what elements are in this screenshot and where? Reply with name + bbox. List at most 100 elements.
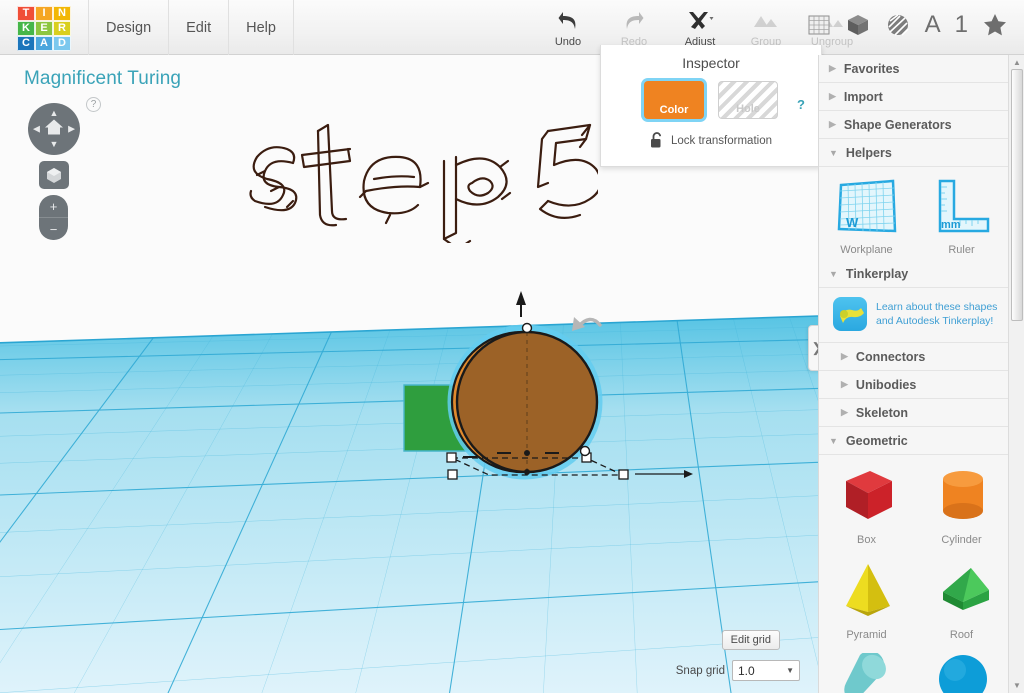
shape-pyramid[interactable]: Pyramid bbox=[819, 558, 914, 641]
logo-tile-a: A bbox=[35, 36, 53, 51]
logo-tile-i: I bbox=[35, 6, 53, 21]
solid-cube-icon[interactable] bbox=[845, 8, 871, 42]
geometric-row-1: Box Cylinder bbox=[819, 455, 1009, 550]
rotate-handle[interactable] bbox=[572, 317, 602, 331]
shape-sphere[interactable] bbox=[914, 653, 1009, 693]
tinkerplay-app-icon bbox=[833, 297, 867, 331]
shape-box[interactable]: Box bbox=[819, 463, 914, 546]
sidebar-scrollbar[interactable]: ▲ ▼ bbox=[1008, 55, 1024, 693]
box-thumb-icon bbox=[845, 471, 892, 519]
scroll-down-arrow[interactable]: ▼ bbox=[1013, 681, 1021, 690]
sidebar-subsection-connectors[interactable]: ▶ Connectors bbox=[819, 343, 1009, 371]
shape-rounded-cylinder[interactable] bbox=[819, 650, 914, 693]
tinkercad-logo[interactable]: TIN KER CAD bbox=[17, 6, 71, 51]
snap-grid-control: Snap grid 1.0 ▼ bbox=[676, 660, 800, 681]
helper-ruler[interactable]: mm Ruler bbox=[914, 175, 1009, 256]
sidebar-section-favorites[interactable]: ▶ Favorites bbox=[819, 55, 1009, 83]
step-annotation bbox=[249, 123, 598, 243]
chevron-right-icon: ▶ bbox=[841, 379, 848, 389]
shape-label: Box bbox=[857, 534, 876, 546]
inspector-help-icon[interactable]: ? bbox=[797, 97, 805, 112]
sidebar-subsection-unibodies[interactable]: ▶ Unibodies bbox=[819, 371, 1009, 399]
helpers-thumbnails: W Workplane mm Ruler bbox=[819, 167, 1009, 260]
menu-edit[interactable]: Edit bbox=[169, 0, 230, 55]
chevron-right-icon: ▶ bbox=[829, 91, 836, 101]
scroll-up-arrow[interactable]: ▲ bbox=[1013, 58, 1021, 67]
rounded-cylinder-thumb-icon bbox=[843, 650, 886, 693]
sidebar-section-label: Shape Generators bbox=[843, 117, 952, 132]
shape-label: Pyramid bbox=[846, 629, 887, 641]
tinkerplay-promo-line2: and Autodesk Tinkerplay! bbox=[876, 315, 994, 327]
hole-swatch[interactable]: Hole bbox=[718, 81, 778, 119]
helper-label: Workplane bbox=[840, 244, 893, 256]
sidebar-section-shape-generators[interactable]: ▶ Shape Generators bbox=[819, 111, 1009, 139]
fit-view-icon bbox=[47, 168, 61, 183]
cylinder-object[interactable] bbox=[450, 330, 599, 474]
chevron-down-icon: ▼ bbox=[786, 666, 794, 675]
sidebar-section-import[interactable]: ▶ Import bbox=[819, 83, 1009, 111]
sidebar-section-label: Geometric bbox=[845, 433, 908, 448]
chevron-right-icon: ▶ bbox=[829, 63, 836, 73]
group-button[interactable]: Group bbox=[733, 4, 799, 48]
sidebar-section-geometric[interactable]: ▼ Geometric bbox=[819, 427, 1009, 455]
ruler-thumb-icon: mm bbox=[938, 179, 989, 233]
inspector-swatches: Color Hole bbox=[601, 81, 821, 119]
geometric-row-3 bbox=[819, 645, 1009, 693]
sidebar-section-label: Import bbox=[843, 89, 883, 104]
view-cube[interactable]: ▲ ▼ ◀ ▶ bbox=[28, 103, 80, 155]
menu-design[interactable]: Design bbox=[88, 0, 170, 55]
height-arrow-handle[interactable] bbox=[516, 291, 526, 317]
helper-workplane[interactable]: W Workplane bbox=[819, 175, 914, 256]
shape-cylinder[interactable]: Cylinder bbox=[914, 463, 1009, 546]
undo-icon bbox=[556, 8, 580, 34]
shape-generator-icon[interactable] bbox=[885, 8, 911, 42]
zoom-out-button[interactable]: − bbox=[39, 218, 68, 240]
chevron-down-icon: ▼ bbox=[829, 147, 838, 158]
adjust-button[interactable]: Adjust bbox=[667, 4, 733, 48]
shape-category-icons: A 1 bbox=[807, 8, 1008, 42]
shape-roof[interactable]: Roof bbox=[914, 558, 1009, 641]
tinkerplay-promo[interactable]: Learn about these shapes and Autodesk Ti… bbox=[819, 288, 1009, 343]
favorites-star-icon[interactable] bbox=[982, 8, 1008, 42]
color-swatch[interactable]: Color bbox=[644, 81, 704, 119]
logo-tile-n: N bbox=[53, 6, 71, 21]
geometric-row-2: Pyramid Roof bbox=[819, 550, 1009, 645]
sidebar-section-tinkerplay[interactable]: ▼ Tinkerplay bbox=[819, 260, 1009, 288]
menu-help[interactable]: Help bbox=[229, 0, 294, 55]
cylinder-thumb-icon bbox=[942, 471, 983, 519]
sidebar-content: ▶ Favorites ▶ Import ▶ Shape Generators … bbox=[819, 55, 1009, 693]
chevron-right-icon: ▶ bbox=[841, 407, 848, 417]
workplane-thumb-icon: W bbox=[837, 179, 896, 233]
zoom-in-button[interactable]: + bbox=[39, 195, 68, 217]
fit-to-view-button[interactable] bbox=[39, 161, 69, 189]
workplane-icon[interactable] bbox=[807, 8, 831, 42]
lock-transformation-row[interactable]: Lock transformation bbox=[601, 132, 821, 149]
text-icon-glyph: A bbox=[924, 11, 941, 38]
scrollbar-thumb[interactable] bbox=[1011, 69, 1023, 321]
text-icon[interactable]: A bbox=[925, 8, 941, 42]
sidebar-section-helpers[interactable]: ▼ Helpers bbox=[819, 139, 1009, 167]
undo-button[interactable]: Undo bbox=[535, 4, 601, 48]
undo-label: Undo bbox=[554, 36, 582, 48]
edit-grid-button[interactable]: Edit grid bbox=[721, 630, 780, 650]
viewport-help-icon[interactable]: ? bbox=[86, 97, 101, 112]
svg-text:mm: mm bbox=[941, 219, 961, 231]
number-icon[interactable]: 1 bbox=[955, 8, 968, 42]
snap-grid-select[interactable]: 1.0 ▼ bbox=[732, 660, 800, 681]
view-navigation: ▲ ▼ ◀ ▶ ? + − bbox=[28, 97, 101, 240]
view-left-arrow[interactable]: ◀ bbox=[33, 124, 40, 134]
snap-grid-value: 1.0 bbox=[738, 663, 755, 678]
view-right-arrow[interactable]: ▶ bbox=[68, 124, 75, 134]
project-title[interactable]: Magnificent Turing bbox=[24, 68, 181, 90]
menu-bar: Design Edit Help bbox=[88, 0, 294, 55]
inspector-panel: Inspector Color Hole ? Lock transformati… bbox=[600, 45, 822, 167]
unlock-icon bbox=[651, 132, 662, 148]
sidebar-subsection-skeleton[interactable]: ▶ Skeleton bbox=[819, 399, 1009, 427]
redo-button[interactable]: Redo bbox=[601, 4, 667, 48]
logo-tile-e: E bbox=[35, 21, 53, 36]
shapes-sidebar: ▶ Favorites ▶ Import ▶ Shape Generators … bbox=[818, 55, 1024, 693]
view-down-arrow[interactable]: ▼ bbox=[50, 140, 59, 149]
chevron-right-icon: ▶ bbox=[841, 351, 848, 361]
lock-transformation-label: Lock transformation bbox=[671, 134, 772, 147]
home-view-icon[interactable] bbox=[44, 118, 64, 141]
